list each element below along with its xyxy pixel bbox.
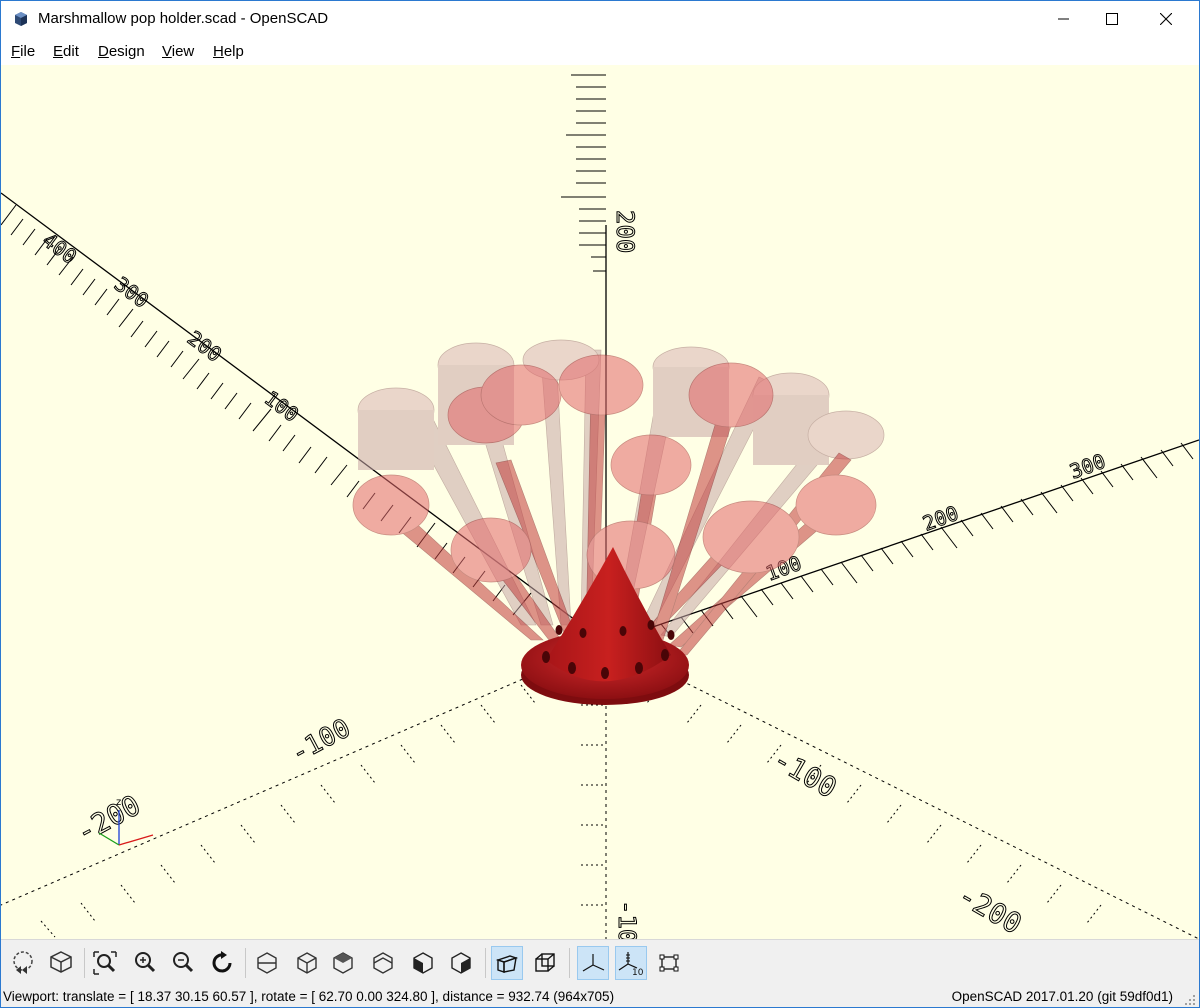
zoom-in-button[interactable] [129,946,161,980]
menu-help[interactable]: Help [213,43,244,60]
view-right-button[interactable] [251,946,283,980]
view-all-icon [93,951,117,975]
menu-design-mnemonic: D [98,43,109,60]
view-left-button[interactable] [367,946,399,980]
menu-edit[interactable]: Edit [53,43,79,60]
menu-design-rest: esign [108,43,145,60]
version-status-text: OpenSCAD 2017.01.20 (git 59df0d1) [951,989,1173,1004]
preview-icon [13,951,33,974]
menu-help-rest: elp [223,43,244,60]
view-all-button[interactable] [89,946,121,980]
orthogonal-button[interactable] [529,946,561,980]
z-axis-ticks [561,74,606,272]
axes-icon [582,954,605,972]
viewport-status-text: Viewport: translate = [ 18.37 30.15 60.5… [3,989,615,1004]
toolbar-separator [485,948,486,978]
show-axes-button[interactable] [577,946,609,980]
window-title: Marshmallow pop holder.scad - OpenSCAD [38,10,329,27]
menu-file[interactable]: File [11,43,35,60]
perspective-button[interactable] [491,946,523,980]
perspective-icon [495,955,519,973]
view-bottom-button[interactable] [327,946,359,980]
zoom-out-button[interactable] [167,946,199,980]
view-back-button[interactable] [445,946,477,980]
y-label-200: 200 [920,501,962,536]
view-top-button[interactable] [291,946,323,980]
reset-view-button[interactable] [207,946,239,980]
edges-icon [659,954,679,972]
scene-canvas[interactable]: 200 -100 400 300 200 100 100 200 300 -10… [1,65,1199,939]
z-label-neg-100: -100 [613,900,641,939]
menu-view[interactable]: View [162,43,194,60]
resize-grip-icon[interactable] [1183,993,1197,1007]
preview-button[interactable] [7,946,39,980]
cylinder-top [450,517,532,583]
z-label-200: 200 [611,210,639,253]
maximize-icon [1106,13,1118,25]
x-label-300: 300 [110,272,153,313]
y-label-300: 300 [1067,449,1109,484]
zoom-out-icon [173,952,194,973]
scale-markers-icon: 10 [618,952,644,977]
close-button[interactable] [1143,1,1189,37]
view-back-icon [451,952,471,974]
x-label-400: 400 [38,228,81,269]
cylinder-top [688,362,774,428]
cylinder-top [480,364,562,426]
cylinder-top [702,500,800,574]
axes-indicator-z-label: z [116,797,121,808]
cylinder-top [558,354,644,416]
menu-view-mnemonic: V [162,43,172,60]
cylinder-top [795,474,877,536]
cylinder-top [807,410,885,460]
minimize-icon [1058,18,1069,20]
view-front-icon [413,952,433,974]
3d-viewport[interactable]: 200 -100 400 300 200 100 100 200 300 -10… [1,65,1199,939]
scale-markers-badge: 10 [632,968,644,977]
toolbar-separator [245,948,246,978]
view-front-button[interactable] [407,946,439,980]
minimize-button[interactable] [1041,1,1087,37]
openscad-window: Marshmallow pop holder.scad - OpenSCAD F… [0,0,1200,1008]
x-label-200: 200 [183,326,226,367]
status-bar: Viewport: translate = [ 18.37 30.15 60.5… [1,985,1199,1007]
view-toolbar: 10 [1,939,1199,985]
title-bar: Marshmallow pop holder.scad - OpenSCAD [1,1,1199,37]
menu-file-mnemonic: F [11,43,21,60]
reset-view-icon [212,951,232,973]
negative-axis-ticks [40,664,1102,938]
view-right-icon [257,952,277,974]
render-icon [50,951,72,973]
openscad-app-icon [15,12,27,26]
maximize-button[interactable] [1089,1,1135,37]
cylinder-top [610,434,692,496]
menu-view-rest: iew [171,43,195,60]
menu-bar: File Edit Design View Help [1,39,1199,65]
menu-edit-mnemonic: E [53,43,64,60]
toolbar-separator [84,948,85,978]
x-label-100: 100 [260,386,303,427]
y-label-neg-100: -100 [768,742,843,804]
render-button[interactable] [45,946,77,980]
orthogonal-icon [535,953,555,972]
view-left-icon [373,952,393,974]
toolbar-separator [569,948,570,978]
x-label-neg-100: -100 [286,713,355,769]
menu-design[interactable]: Design [98,43,145,60]
cylinder-top [352,474,430,536]
menu-file-rest: ile [20,43,36,60]
view-top-icon [297,952,317,974]
y-label-neg-200: -200 [953,878,1028,939]
menu-edit-rest: dit [63,43,79,60]
show-edges-button[interactable] [653,946,685,980]
show-scale-markers-button[interactable]: 10 [615,946,647,980]
view-bottom-icon [333,952,353,974]
menu-help-mnemonic: H [213,43,224,60]
close-icon [1160,13,1172,25]
zoom-in-icon [135,952,156,973]
axis-scale-labels: 200 -100 400 300 200 100 100 200 300 -10… [37,210,1109,940]
